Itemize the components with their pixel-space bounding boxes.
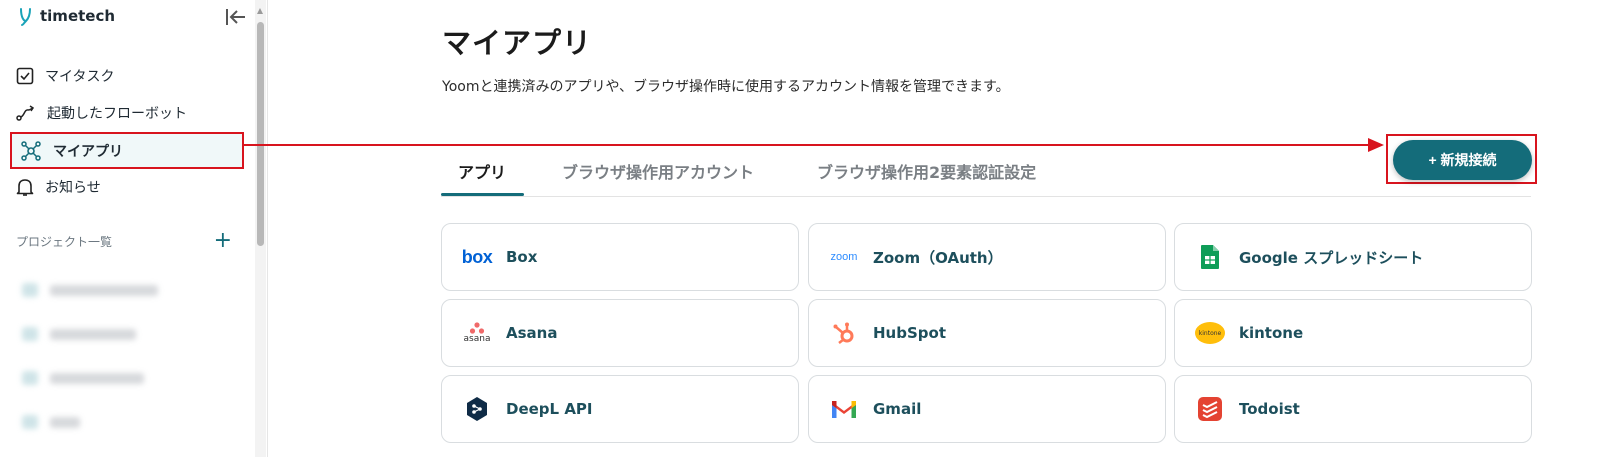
asana-logo-icon: asana xyxy=(460,316,494,350)
app-card-gmail[interactable]: Gmail xyxy=(808,375,1166,443)
kintone-icon: kintone xyxy=(1193,316,1227,350)
active-tab-indicator xyxy=(441,193,524,196)
zoom-logo-icon: zoom xyxy=(830,251,858,263)
folder-icon xyxy=(22,283,38,297)
project-item[interactable] xyxy=(22,370,144,386)
sidebar: timetech マイタスク 起動したフローボット マイアプリ お知らせ プロジ… xyxy=(0,0,268,457)
brand-logo[interactable]: timetech xyxy=(18,5,115,27)
app-card-todoist[interactable]: Todoist xyxy=(1174,375,1532,443)
app-name: Google スプレッドシート xyxy=(1239,248,1424,267)
tab-browser-2fa-settings[interactable]: ブラウザ操作用2要素認証設定 xyxy=(817,146,1036,196)
app-card-kintone[interactable]: kintone kintone xyxy=(1174,299,1532,367)
tab-bar: アプリ ブラウザ操作用アカウント ブラウザ操作用2要素認証設定 xyxy=(441,146,1531,197)
folder-icon xyxy=(22,327,38,341)
hubspot-icon xyxy=(827,316,861,350)
sidebar-item-my-apps[interactable]: マイアプリ xyxy=(10,132,244,169)
scroll-thumb[interactable] xyxy=(257,22,264,246)
app-name: kintone xyxy=(1239,324,1304,342)
app-name: Box xyxy=(506,248,538,266)
timetech-logo-icon xyxy=(20,8,31,26)
app-name: Todoist xyxy=(1239,400,1300,418)
sidebar-item-label: マイアプリ xyxy=(53,143,123,160)
app-card-hubspot[interactable]: HubSpot xyxy=(808,299,1166,367)
app-name: Asana xyxy=(506,324,558,342)
sidebar-item-label: お知らせ xyxy=(45,180,101,196)
flow-route-icon xyxy=(16,105,35,121)
project-item[interactable] xyxy=(22,326,136,342)
app-name: HubSpot xyxy=(873,324,946,342)
app-name: Gmail xyxy=(873,400,922,418)
app-card-asana[interactable]: asana Asana xyxy=(441,299,799,367)
app-card-deepl[interactable]: DeepL API xyxy=(441,375,799,443)
apps-network-icon xyxy=(21,140,41,161)
project-item[interactable] xyxy=(22,282,158,298)
sidebar-item-label: 起動したフローボット xyxy=(47,106,187,122)
sidebar-item-notifications[interactable]: お知らせ xyxy=(16,172,101,202)
gmail-icon xyxy=(827,392,861,426)
project-item[interactable] xyxy=(22,414,80,430)
tab-browser-accounts[interactable]: ブラウザ操作用アカウント xyxy=(562,146,754,196)
todoist-icon xyxy=(1193,392,1227,426)
app-card-zoom[interactable]: zoom Zoom（OAuth） xyxy=(808,223,1166,291)
projects-title: プロジェクト一覧 xyxy=(16,234,113,249)
projects-header: プロジェクト一覧 + xyxy=(16,230,236,252)
page-title: マイアプリ xyxy=(442,26,593,60)
google-sheets-icon xyxy=(1193,240,1227,274)
sidebar-item-label: マイタスク xyxy=(45,69,115,85)
app-card-box[interactable]: box Box xyxy=(441,223,799,291)
app-card-google-sheets[interactable]: Google スプレッドシート xyxy=(1174,223,1532,291)
sidebar-item-flowbots[interactable]: 起動したフローボット xyxy=(16,98,187,128)
bell-icon xyxy=(16,179,34,196)
tab-apps[interactable]: アプリ xyxy=(458,146,506,196)
deepl-icon xyxy=(460,392,494,426)
new-connection-button[interactable]: + 新規接続 xyxy=(1393,140,1532,180)
folder-icon xyxy=(22,415,38,429)
app-name: DeepL API xyxy=(506,400,593,418)
app-name: Zoom（OAuth） xyxy=(873,248,1003,267)
add-project-button[interactable]: + xyxy=(214,230,232,252)
brand-name: timetech xyxy=(40,7,116,25)
sidebar-scrollbar[interactable] xyxy=(255,0,266,457)
scroll-up-arrow-icon[interactable] xyxy=(257,8,263,14)
checkbox-icon xyxy=(16,67,34,85)
page-description: Yoomと連携済みのアプリや、ブラウザ操作時に使用するアカウント情報を管理できま… xyxy=(442,79,1010,95)
folder-icon xyxy=(22,371,38,385)
collapse-sidebar-icon[interactable] xyxy=(224,6,248,28)
sidebar-item-my-tasks[interactable]: マイタスク xyxy=(16,61,114,91)
box-logo-icon: box xyxy=(461,246,493,267)
